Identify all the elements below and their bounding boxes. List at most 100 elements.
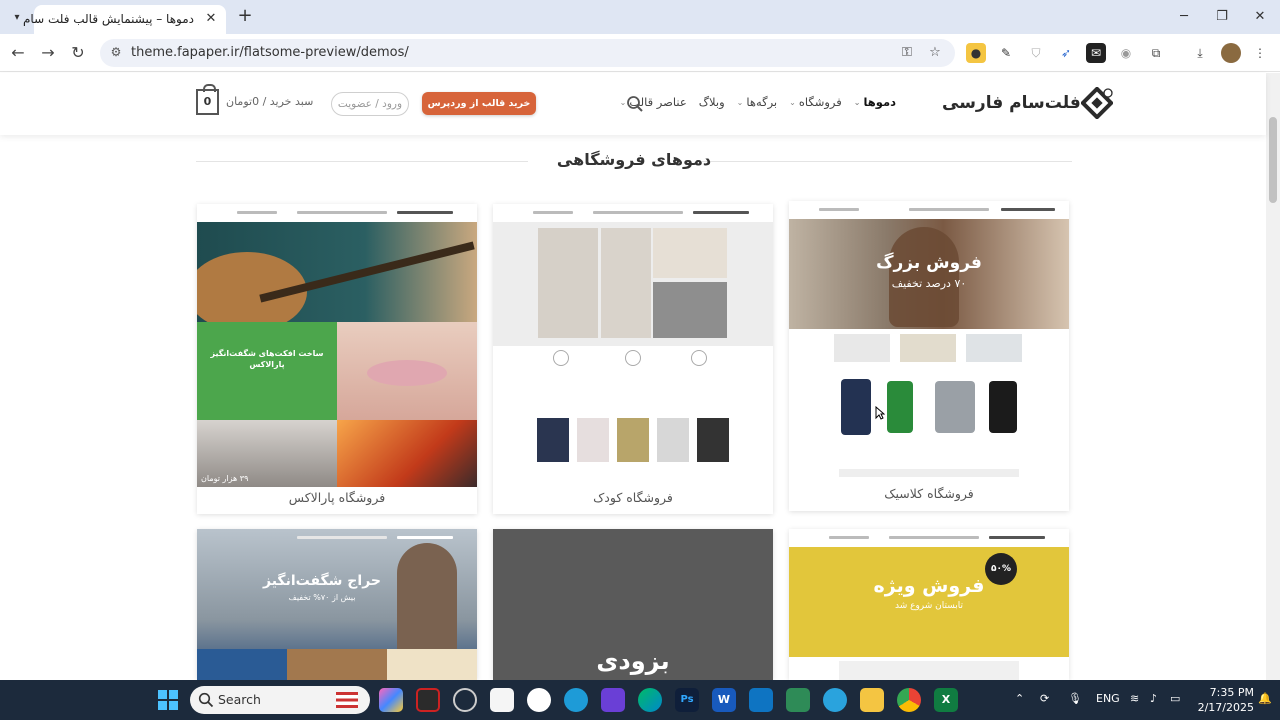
restore-button[interactable]: ❐ (1211, 6, 1233, 28)
extension-shield-icon[interactable]: ⛉ (1026, 43, 1046, 63)
excel-icon[interactable]: X (934, 688, 958, 712)
menu-item-demos[interactable]: دموها ⌄ (854, 95, 896, 109)
windows-start-icon[interactable] (156, 688, 180, 712)
thumb-hero-image: ۵۰% فروش ویژه تابستان شروع شد (789, 547, 1069, 657)
demo-card-special-sale[interactable]: ۵۰% فروش ویژه تابستان شروع شد (789, 529, 1069, 680)
thumb-nav (197, 204, 477, 222)
close-window-button[interactable]: ✕ (1249, 6, 1271, 28)
app-icon[interactable] (416, 688, 440, 712)
page-scrollbar[interactable] (1266, 73, 1280, 680)
thumb-hero-title: حراج شگفت‌انگیز (263, 573, 381, 589)
download-icon[interactable]: ⤓ (1190, 43, 1210, 63)
photoshop-icon[interactable]: Ps (675, 688, 699, 712)
thumb-guitar-image (197, 222, 477, 332)
search-icon[interactable] (626, 95, 644, 113)
site-logo[interactable]: فلت‌سام فارسی (936, 86, 1114, 120)
thumb-nav (493, 204, 773, 222)
thumb-hero-image: فروش بزرگ ۷۰ درصد تخفیف (789, 219, 1069, 329)
thumb-feature-icon (691, 350, 707, 366)
menu-item-shop[interactable]: فروشگاه ⌄ (789, 95, 842, 109)
extension-rocket-icon[interactable]: ➶ (1056, 43, 1076, 63)
thumb-concert-image (337, 420, 477, 487)
tray-chevron-icon[interactable]: ⌃ (1015, 692, 1024, 705)
bookmark-star-icon[interactable]: ☆ (926, 44, 944, 62)
extensions-puzzle-icon[interactable]: ⧉ (1146, 43, 1166, 63)
browser-menu-icon[interactable]: ⋮ (1250, 43, 1270, 63)
media-player-icon[interactable] (453, 688, 477, 712)
microphone-icon[interactable]: 🎙 (1068, 692, 1082, 705)
language-indicator[interactable]: ENG (1096, 692, 1120, 705)
thumb-product (989, 381, 1017, 433)
forward-button[interactable]: → (37, 42, 59, 64)
login-register-button[interactable]: ورود / عضویت (331, 92, 409, 116)
thumb-price: ۳۹ هزار تومان (201, 474, 249, 483)
store-icon[interactable] (490, 688, 514, 712)
url-text[interactable]: theme.fapaper.ir/flatsome-preview/demos/ (131, 45, 409, 60)
thumb-hero-subtitle: بیش از ۷۰% تخفیف (288, 593, 356, 602)
thumb-product-row (839, 469, 1019, 477)
buy-theme-button[interactable]: خرید قالب از وردپرس لایک (422, 92, 536, 132)
demo-label[interactable]: فروشگاه کودک (493, 490, 773, 505)
demo-card-classic[interactable]: فروش بزرگ ۷۰ درصد تخفیف فروشگاه کلاسیک (789, 201, 1069, 511)
demo-card-coming-soon[interactable]: بزودی (493, 529, 773, 680)
thumb-feature-icon (553, 350, 569, 366)
scrollbar-thumb[interactable] (1269, 117, 1277, 203)
profile-avatar[interactable] (1221, 43, 1241, 63)
extension-camera-icon[interactable]: ◉ (1116, 43, 1136, 63)
thumb-hero-subtitle: تابستان شروع شد (894, 601, 964, 611)
browser-tab-active[interactable]: دموها – پیشنمایش قالب فلت سام ✕ (23, 5, 226, 34)
logo-text: فلت‌سام فارسی (942, 93, 1081, 113)
menu-label: برگه‌ها (746, 95, 778, 109)
demo-thumbnail: ۵۰% فروش ویژه تابستان شروع شد (789, 529, 1069, 680)
system-clock[interactable]: 7:35 PM 2/17/2025 (1196, 685, 1254, 715)
new-tab-button[interactable]: + (236, 7, 254, 25)
chrome-alt-icon[interactable] (527, 688, 551, 712)
extension-pen-icon[interactable]: ✎ (996, 43, 1016, 63)
telegram-icon[interactable] (823, 688, 847, 712)
edge-icon[interactable] (638, 688, 662, 712)
clock-date: 2/17/2025 (1197, 701, 1254, 714)
demo-card-kids[interactable]: فروشگاه کودک (493, 204, 773, 514)
demo-thumbnail: بزودی (493, 529, 773, 680)
reload-button[interactable]: ↻ (67, 42, 89, 64)
extension-coin-icon[interactable]: ● (966, 43, 986, 63)
demo-label[interactable]: فروشگاه پارالاکس (197, 490, 477, 505)
battery-icon[interactable]: ▭ (1170, 692, 1180, 705)
thumb-hero-title: فروش بزرگ (876, 253, 982, 273)
demo-label[interactable]: فروشگاه کلاسیک (789, 486, 1069, 501)
wifi-icon[interactable]: ≋ (1130, 692, 1139, 705)
address-bar[interactable]: ⚙ theme.fapaper.ir/flatsome-preview/demo… (100, 39, 955, 67)
word-icon[interactable]: W (712, 688, 736, 712)
password-key-icon[interactable]: ⚿ (898, 44, 916, 62)
tab-close-icon[interactable]: ✕ (203, 11, 219, 27)
thumb-product (935, 381, 975, 433)
copilot-icon[interactable] (379, 688, 403, 712)
demo-card-amazing-sale[interactable]: حراج شگفت‌انگیز بیش از ۷۰% تخفیف (197, 529, 477, 680)
file-explorer-icon[interactable] (860, 688, 884, 712)
chevron-down-icon: ⌄ (736, 97, 744, 107)
site-info-icon[interactable]: ⚙ (108, 45, 124, 61)
chrome-icon[interactable] (897, 688, 921, 712)
menu-item-pages[interactable]: برگه‌ها ⌄ (737, 95, 777, 109)
sync-icon[interactable]: ⟳ (1040, 692, 1049, 705)
vscode-icon[interactable] (749, 688, 773, 712)
notes-icon[interactable] (786, 688, 810, 712)
windows-taskbar: Search Ps W X ⌃ ⟳ 🎙 ENG ≋ ♪ ▭ 7:35 PM 2/… (0, 680, 1280, 720)
taskbar-search[interactable]: Search (190, 686, 370, 714)
notification-bell-icon[interactable]: 🔔 (1258, 692, 1272, 705)
browser-tab-strip: ▾ دموها – پیشنمایش قالب فلت سام ✕ + ─ ❐ … (0, 0, 1280, 34)
extension-mail-icon[interactable]: ✉ (1086, 43, 1106, 63)
clock-time: 7:35 PM (1209, 686, 1254, 699)
minimize-button[interactable]: ─ (1173, 6, 1195, 28)
back-button[interactable]: ← (7, 42, 29, 64)
cart-summary[interactable]: سبد خرید / 0تومان (226, 95, 313, 108)
thumb-product-row (839, 661, 1019, 680)
menu-item-blog[interactable]: وبلاگ (699, 95, 725, 109)
demo-card-parallax[interactable]: ساخت افکت‌های شگفت‌انگیز پارالاکس ۳۹ هزا… (197, 204, 477, 514)
thumb-tile (287, 649, 387, 680)
vpn-icon[interactable] (601, 688, 625, 712)
thumb-lips-image (337, 322, 477, 420)
cart-icon[interactable]: 0 (196, 84, 219, 115)
volume-icon[interactable]: ♪ (1150, 692, 1157, 705)
browser-icon[interactable] (564, 688, 588, 712)
